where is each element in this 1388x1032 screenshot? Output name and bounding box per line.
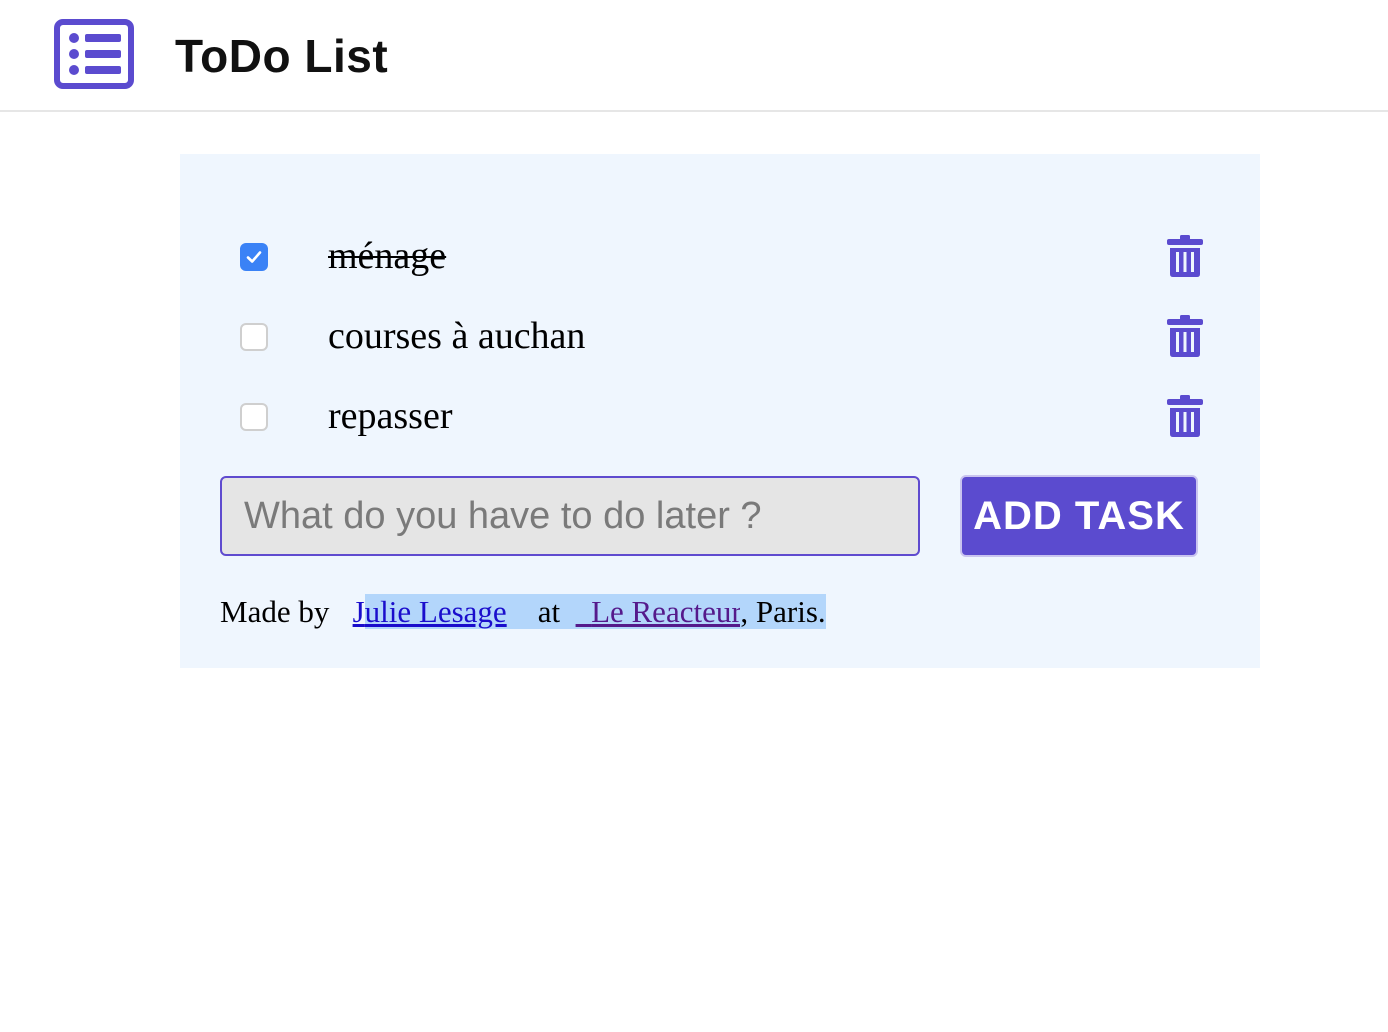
- task-checkbox[interactable]: [240, 323, 268, 351]
- task-row: courses à auchan: [180, 306, 1260, 366]
- new-task-input[interactable]: [220, 476, 920, 556]
- task-checkbox[interactable]: [240, 243, 268, 271]
- author-link[interactable]: Julie Lesage: [353, 594, 507, 629]
- author-link-text: ulie Lesage: [364, 594, 507, 629]
- list-icon: [54, 19, 134, 89]
- app-header: ToDo List: [0, 0, 1388, 112]
- footer-suffix: , Paris.: [740, 594, 826, 629]
- check-icon: [246, 251, 262, 263]
- trash-icon[interactable]: [1166, 234, 1204, 278]
- task-row: ménage: [180, 226, 1260, 286]
- school-link[interactable]: Le Reacteur: [575, 594, 741, 629]
- footer-credits: Made by Julie Lesage at Le Reacteur, Par…: [220, 592, 826, 632]
- todo-panel: ménage courses à auchan repasser What do…: [180, 154, 1260, 668]
- trash-icon[interactable]: [1166, 394, 1204, 438]
- task-label: courses à auchan: [328, 315, 586, 357]
- add-task-button[interactable]: ADD TASK: [960, 475, 1198, 557]
- school-link-text: Le Reacteur: [591, 594, 741, 629]
- trash-icon[interactable]: [1166, 314, 1204, 358]
- footer-prefix: Made by: [220, 594, 330, 629]
- app-title: ToDo List: [175, 30, 389, 82]
- task-label: ménage: [328, 235, 447, 277]
- task-row: repasser: [180, 386, 1260, 446]
- task-checkbox[interactable]: [240, 403, 268, 431]
- task-label: repasser: [328, 395, 453, 437]
- footer-middle: at: [537, 594, 561, 629]
